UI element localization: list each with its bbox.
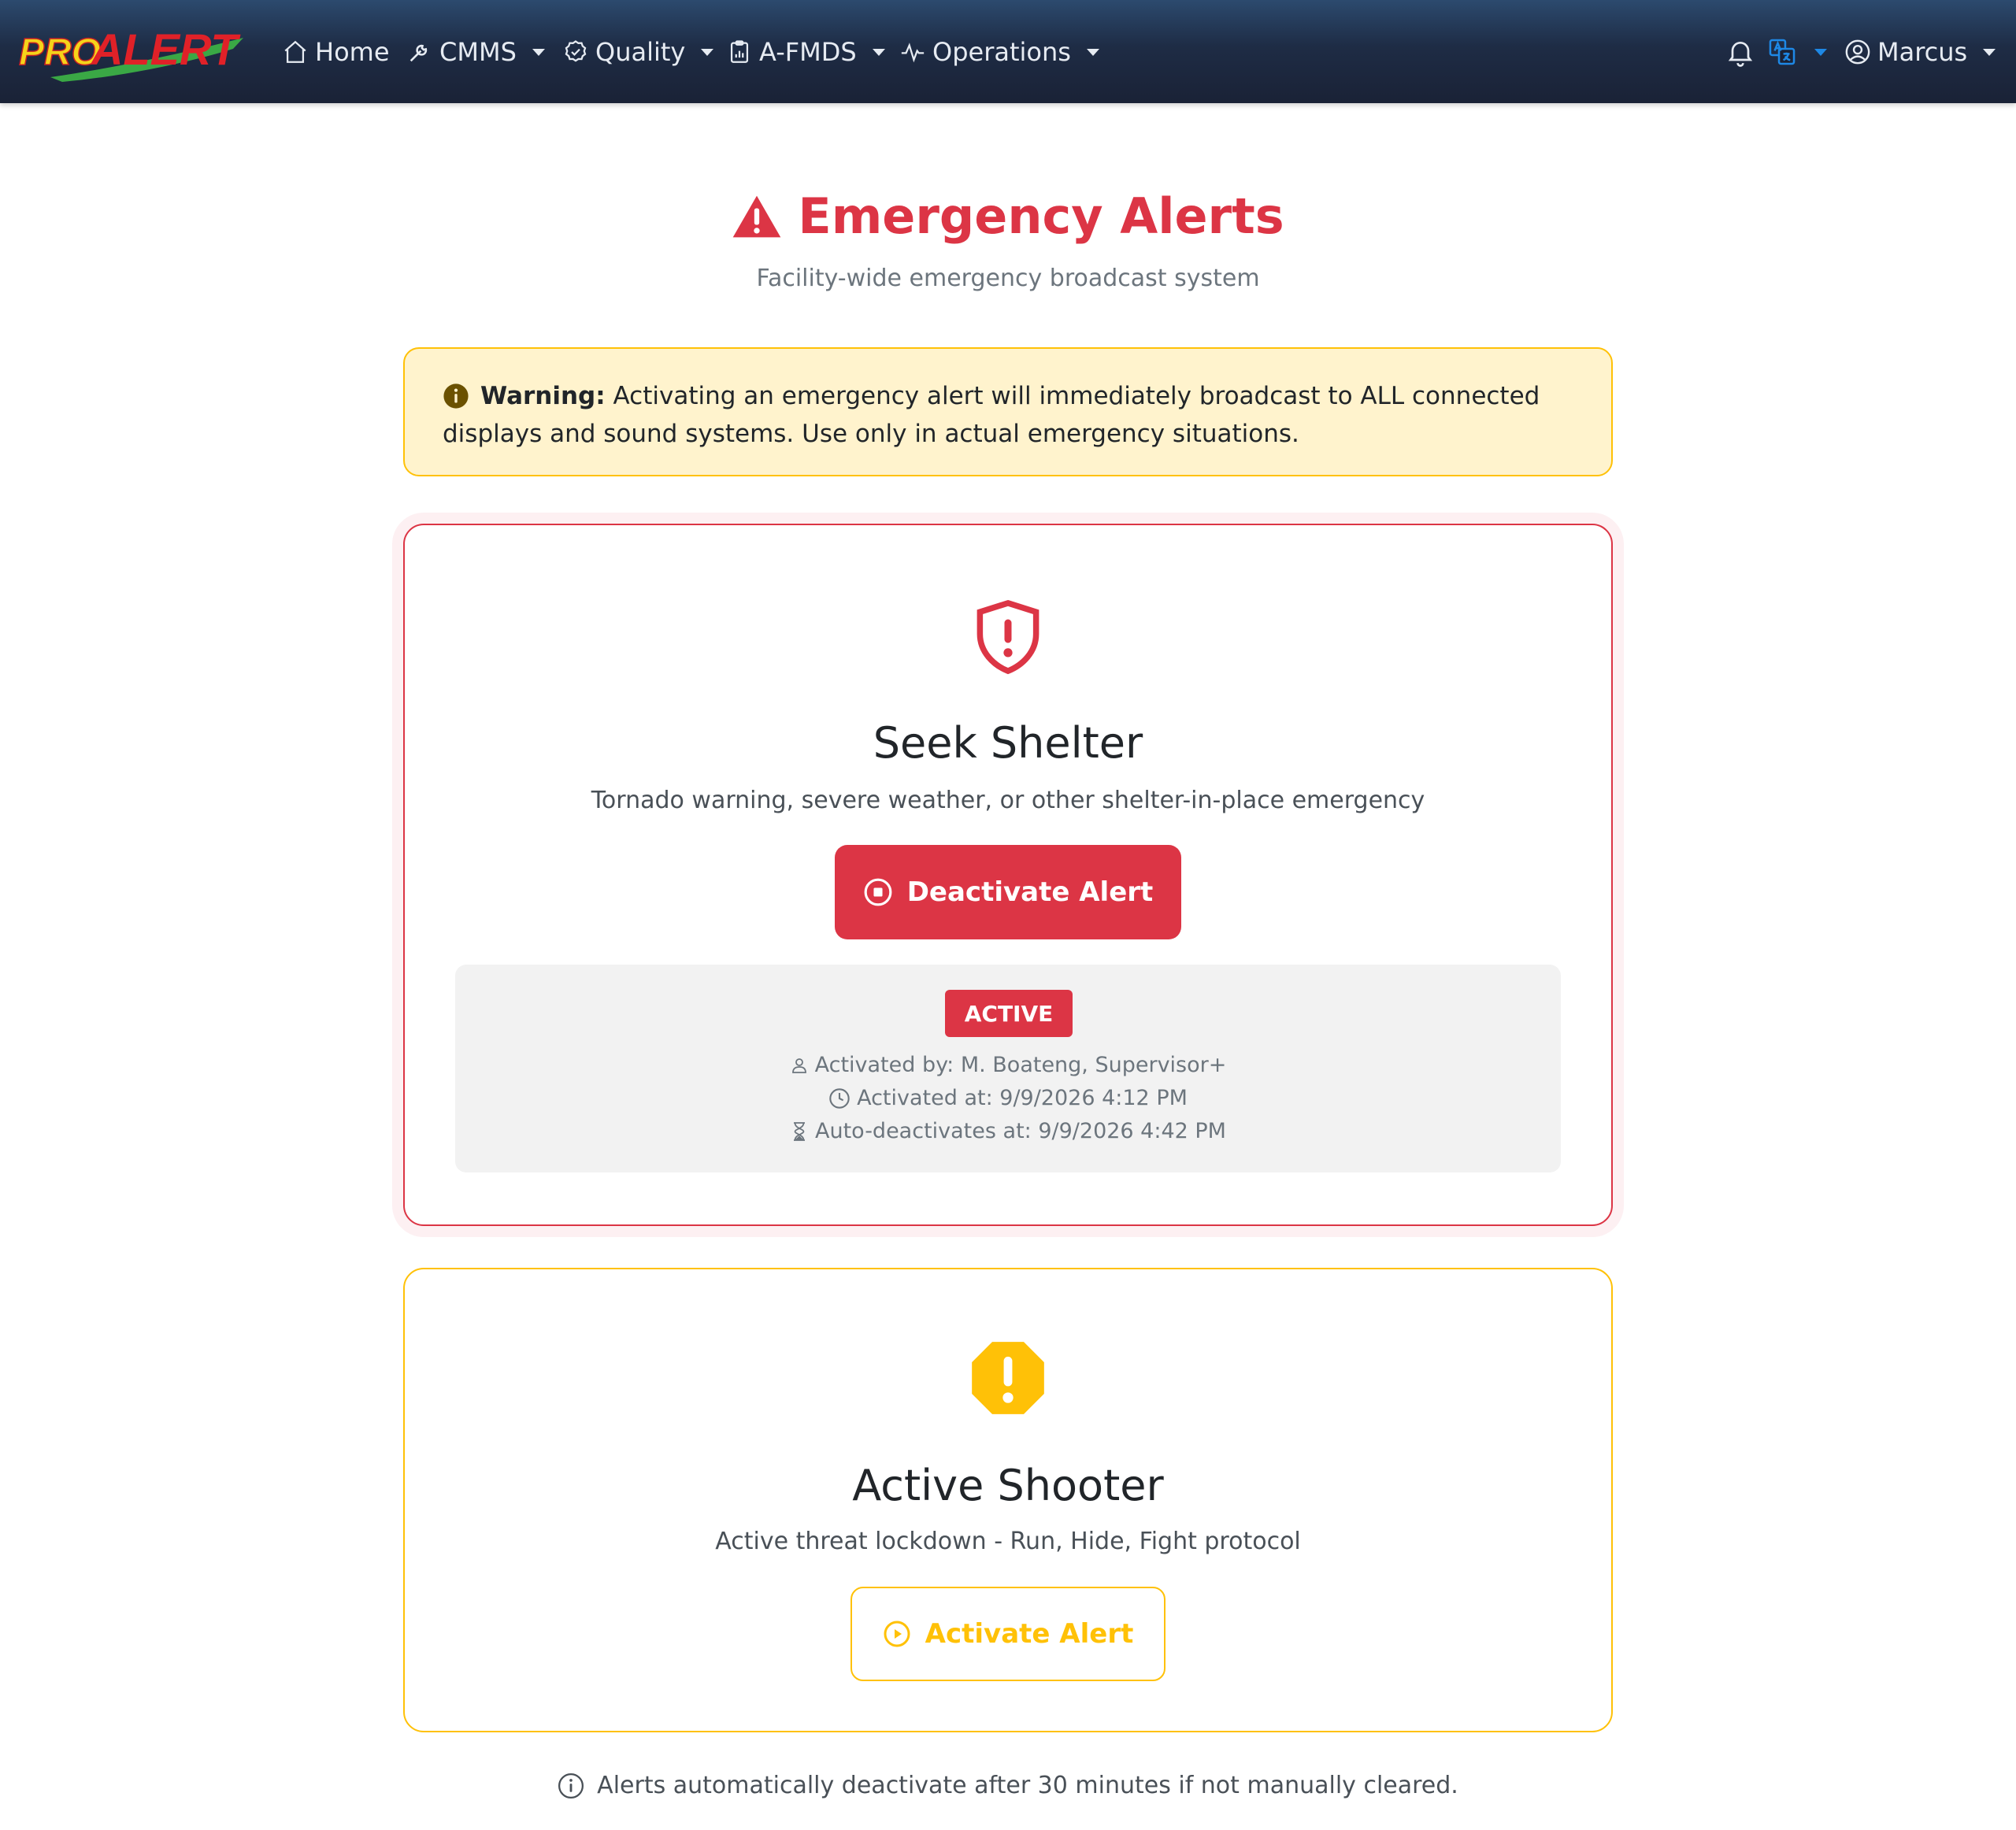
proalert-logo[interactable]: PRO ALERT	[18, 20, 247, 83]
user-menu[interactable]: Marcus	[1844, 31, 1996, 72]
chevron-down-icon	[701, 48, 714, 56]
nav-afmds[interactable]: A-FMDS	[726, 31, 885, 72]
nav-quality[interactable]: Quality	[562, 31, 714, 72]
deactivate-alert-label: Deactivate Alert	[906, 876, 1154, 908]
top-navbar: PRO ALERT Home CMMS Quality A-FMDS Opera…	[0, 0, 2016, 103]
warning-text: Activating an emergency alert will immed…	[443, 382, 1540, 448]
nav-cmms[interactable]: CMMS	[406, 31, 545, 72]
notifications-button[interactable]	[1725, 31, 1762, 72]
auto-deactivates-line: Auto-deactivates at: 9/9/2026 4:42 PM	[455, 1119, 1561, 1143]
language-selector[interactable]	[1767, 31, 1827, 72]
warning-label: Warning:	[480, 382, 606, 410]
chevron-down-icon	[532, 48, 545, 56]
nav-operations[interactable]: Operations	[899, 31, 1099, 72]
activate-alert-label: Activate Alert	[925, 1618, 1134, 1650]
svg-text:ALERT: ALERT	[90, 24, 241, 74]
stop-circle-icon	[864, 878, 892, 906]
alert-title: Seek Shelter	[873, 718, 1143, 768]
auto-deactivate-note: Alerts automatically deactivate after 30…	[0, 1772, 2016, 1799]
nav-home-label: Home	[315, 37, 390, 67]
nav-cmms-label: CMMS	[439, 37, 517, 67]
chevron-down-icon	[872, 48, 885, 56]
svg-text:PRO: PRO	[19, 31, 101, 73]
info-circle-icon	[443, 383, 469, 409]
deactivate-alert-button[interactable]: Deactivate Alert	[835, 845, 1181, 939]
auto-deactivate-note-text: Alerts automatically deactivate after 30…	[597, 1772, 1458, 1799]
warning-triangle-icon	[733, 195, 781, 237]
nav-operations-label: Operations	[932, 37, 1071, 67]
status-badge: ACTIVE	[945, 990, 1073, 1037]
octagon-exclamation-icon	[405, 1339, 1611, 1417]
auto-deactivates-text: Auto-deactivates at: 9/9/2026 4:42 PM	[815, 1119, 1226, 1143]
activated-at-text: Activated at: 9/9/2026 4:12 PM	[857, 1086, 1188, 1110]
nav-quality-label: Quality	[595, 37, 686, 67]
page-subtitle: Facility-wide emergency broadcast system	[756, 265, 1260, 292]
info-circle-outline-icon	[558, 1773, 584, 1799]
bell-icon	[1728, 42, 1753, 67]
activated-by-text: Activated by: M. Boateng, Supervisor+	[814, 1053, 1227, 1077]
nav-afmds-label: A-FMDS	[759, 37, 857, 67]
warning-alert: Warning: Activating an emergency alert w…	[403, 347, 1613, 476]
clock-icon	[829, 1087, 850, 1109]
pulse-icon	[901, 43, 925, 63]
user-name: Marcus	[1877, 37, 1968, 67]
page-title: Emergency Alerts	[0, 187, 2016, 245]
home-icon	[284, 40, 306, 63]
activated-at-line: Activated at: 9/9/2026 4:12 PM	[455, 1086, 1561, 1110]
alert-card-seek-shelter: Seek Shelter Tornado warning, severe wea…	[403, 524, 1613, 1226]
chevron-down-icon	[1814, 48, 1827, 56]
page-title-text: Emergency Alerts	[798, 187, 1284, 245]
play-circle-icon	[884, 1621, 910, 1647]
hourglass-icon	[794, 1121, 805, 1141]
shield-exclamation-icon	[405, 598, 1611, 676]
alert-description: Active threat lockdown - Run, Hide, Figh…	[715, 1528, 1301, 1555]
chevron-down-icon	[1983, 48, 1996, 56]
badge-check-icon	[565, 40, 587, 62]
wrench-icon	[410, 44, 428, 62]
nav-home[interactable]: Home	[282, 31, 390, 72]
alert-description: Tornado warning, severe weather, or othe…	[591, 787, 1425, 814]
clipboard-chart-icon	[730, 40, 749, 63]
person-icon	[791, 1058, 806, 1073]
activate-alert-button[interactable]: Activate Alert	[850, 1587, 1166, 1681]
activated-by-line: Activated by: M. Boateng, Supervisor+	[455, 1053, 1561, 1077]
translate-icon	[1769, 39, 1796, 65]
alert-status-panel: ACTIVE Activated by: M. Boateng, Supervi…	[455, 965, 1561, 1172]
chevron-down-icon	[1086, 48, 1099, 56]
user-circle-icon	[1845, 39, 1870, 65]
alert-title: Active Shooter	[852, 1461, 1164, 1510]
alert-card-active-shooter: Active Shooter Active threat lockdown - …	[403, 1268, 1613, 1732]
